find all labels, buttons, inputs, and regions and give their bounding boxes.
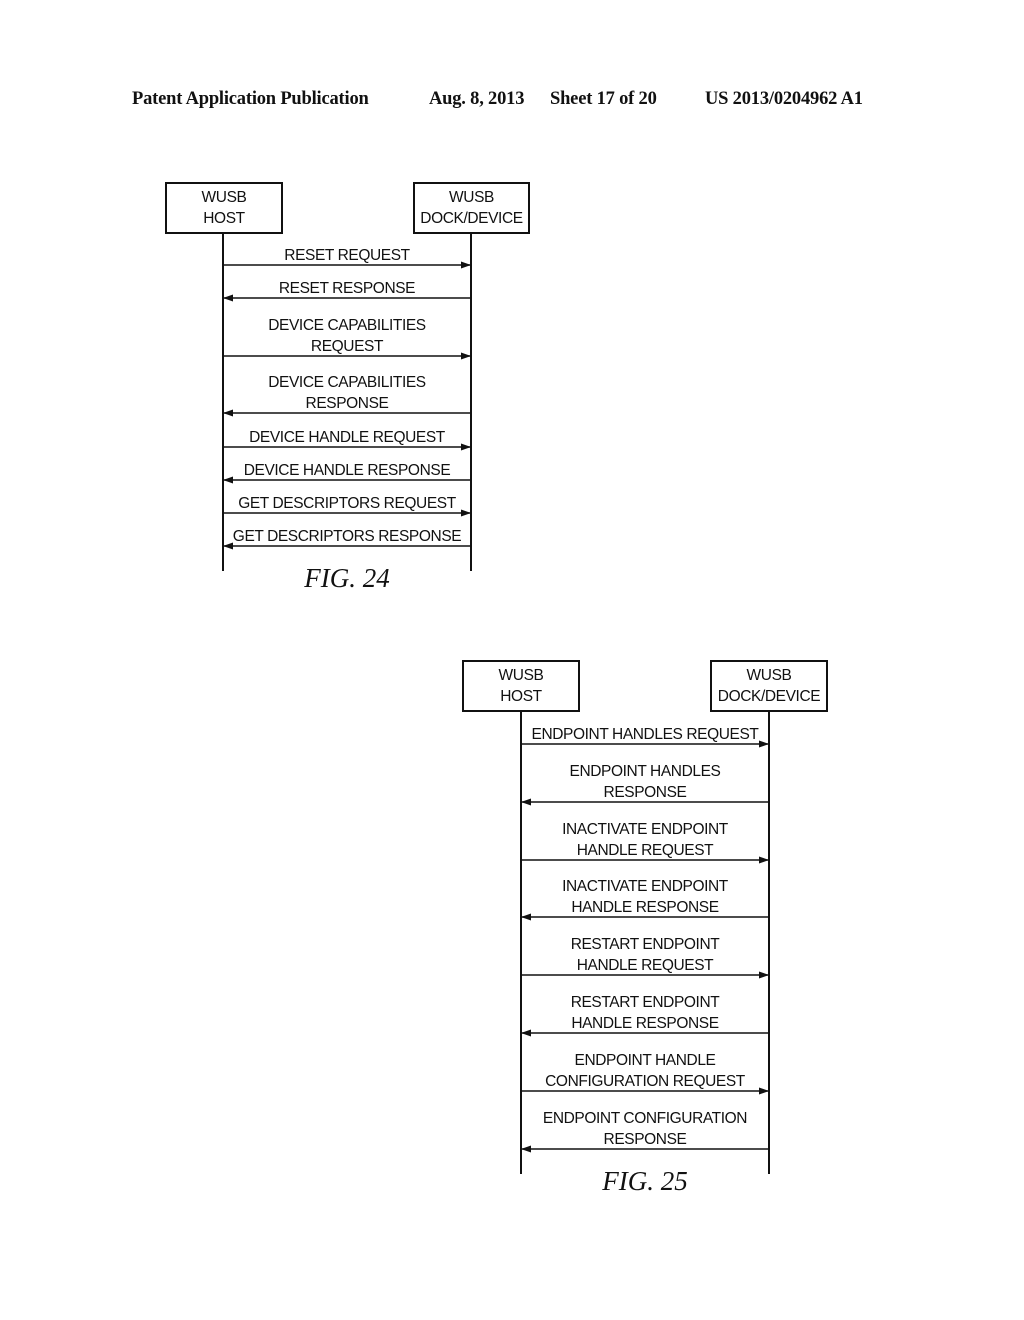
message: DEVICE CAPABILITIES RESPONSE — [223, 374, 471, 417]
message: GET DESCRIPTORS RESPONSE — [223, 528, 471, 550]
participant-label: WUSB — [499, 667, 544, 684]
message-label: HANDLE RESPONSE — [571, 1015, 718, 1032]
message: RESET RESPONSE — [223, 280, 471, 302]
message-label: RESTART ENDPOINT — [571, 994, 721, 1011]
message-label: GET DESCRIPTORS RESPONSE — [233, 528, 461, 545]
participant-host: WUSB HOST — [462, 660, 580, 712]
participant-label: DOCK/DEVICE — [420, 210, 522, 227]
message: DEVICE HANDLE RESPONSE — [223, 462, 471, 484]
message-label: RESPONSE — [604, 784, 687, 801]
participant-label: WUSB — [449, 189, 494, 206]
message-label: ENDPOINT HANDLES — [570, 763, 721, 780]
message-label: DEVICE HANDLE RESPONSE — [244, 462, 451, 479]
participant-label: HOST — [203, 210, 245, 227]
message-label: DEVICE CAPABILITIES — [268, 317, 426, 334]
message: DEVICE CAPABILITIES REQUEST — [223, 317, 471, 360]
message-label: ENDPOINT CONFIGURATION — [543, 1110, 747, 1127]
message-label: ENDPOINT HANDLES REQUEST — [532, 726, 760, 743]
message-label: HANDLE RESPONSE — [571, 899, 718, 916]
message: RESET REQUEST — [223, 247, 471, 269]
message-label: RESPONSE — [604, 1131, 687, 1148]
message-label: RESPONSE — [306, 395, 389, 412]
participant-label: HOST — [500, 688, 542, 705]
message: RESTART ENDPOINT HANDLE RESPONSE — [521, 994, 769, 1037]
message-label: DEVICE HANDLE REQUEST — [249, 429, 446, 446]
message: DEVICE HANDLE REQUEST — [223, 429, 471, 451]
message-label: HANDLE REQUEST — [577, 957, 714, 974]
message: ENDPOINT CONFIGURATION RESPONSE — [521, 1110, 769, 1153]
message: ENDPOINT HANDLES RESPONSE — [521, 763, 769, 806]
participant-host: WUSB HOST — [165, 182, 283, 234]
message: GET DESCRIPTORS REQUEST — [223, 495, 471, 517]
participant-device: WUSB DOCK/DEVICE — [413, 182, 530, 234]
message: ENDPOINT HANDLE CONFIGURATION REQUEST — [521, 1052, 769, 1095]
message-label: INACTIVATE ENDPOINT — [562, 878, 729, 895]
figure-caption: FIG. 25 — [601, 1166, 687, 1196]
participant-label: WUSB — [202, 189, 247, 206]
message-label: CONFIGURATION REQUEST — [545, 1073, 746, 1090]
sequence-diagrams: WUSB HOST WUSB DOCK/DEVICE RESET REQUEST RESE… — [165, 182, 828, 1196]
message: INACTIVATE ENDPOINT HANDLE RESPONSE — [521, 878, 769, 921]
message-label: RESET REQUEST — [284, 247, 410, 264]
message-label: GET DESCRIPTORS REQUEST — [238, 495, 457, 512]
message: ENDPOINT HANDLES REQUEST — [521, 726, 769, 748]
message-label: DEVICE CAPABILITIES — [268, 374, 426, 391]
figure-25: WUSB HOST WUSB DOCK/DEVICE ENDPOINT HANDLES … — [462, 660, 828, 1196]
message-label: ENDPOINT HANDLE — [575, 1052, 716, 1069]
participant-label: WUSB — [747, 667, 792, 684]
message-label: RESTART ENDPOINT — [571, 936, 721, 953]
message-label: RESET RESPONSE — [279, 280, 415, 297]
message: INACTIVATE ENDPOINT HANDLE REQUEST — [521, 821, 769, 864]
participant-device: WUSB DOCK/DEVICE — [710, 660, 828, 712]
figure-caption: FIG. 24 — [303, 563, 389, 593]
figure-24: WUSB HOST WUSB DOCK/DEVICE RESET REQUEST RESE… — [165, 182, 530, 593]
message-label: HANDLE REQUEST — [577, 842, 714, 859]
message-label: REQUEST — [311, 338, 384, 355]
message: RESTART ENDPOINT HANDLE REQUEST — [521, 936, 769, 979]
participant-label: DOCK/DEVICE — [718, 688, 820, 705]
message-label: INACTIVATE ENDPOINT — [562, 821, 729, 838]
